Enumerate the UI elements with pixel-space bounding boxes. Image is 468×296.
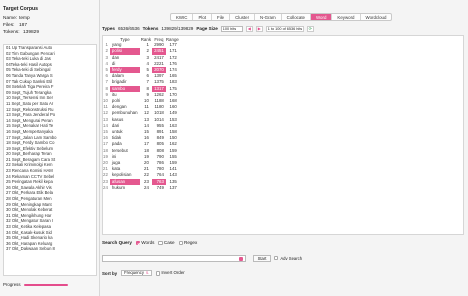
tab-file[interactable]: File <box>212 14 231 20</box>
search-query-label: Search Query <box>102 240 132 245</box>
row-freq: 2451 <box>151 48 166 55</box>
page-size-label: Page Size <box>196 26 218 31</box>
case-label: Case <box>163 240 175 245</box>
tab-wordcloud[interactable]: Wordcloud <box>361 14 392 20</box>
corpus-title: Target Corpus <box>3 6 39 12</box>
row-index: 24 <box>103 184 108 190</box>
corpus-name: Name: temp <box>3 16 30 21</box>
adv-search-checkbox[interactable] <box>274 255 279 261</box>
progress-bar <box>24 284 69 287</box>
row-type: pembunuhan <box>111 110 138 116</box>
tab-collocate[interactable]: Collocate <box>282 14 311 20</box>
refresh-icon[interactable]: ⟳ <box>306 25 314 32</box>
row-range: 137 <box>169 184 177 190</box>
tab-keyword[interactable]: Keyword <box>332 14 361 20</box>
row-freq: 2417 <box>154 54 164 60</box>
row-freq: 749 <box>156 184 164 190</box>
regex-label: Regex <box>184 240 198 245</box>
file-list[interactable]: 01 Up Transparansi Auto 02 Tim Gabungan P… <box>3 44 97 276</box>
case-checkbox[interactable] <box>158 240 163 245</box>
words-option[interactable]: Words <box>135 240 155 245</box>
next-page-icon[interactable]: ▶ <box>255 25 263 32</box>
sort-value: Frequency <box>124 269 144 275</box>
adv-search-label: Adv Search <box>280 255 303 261</box>
row-rank: 24 <box>144 184 149 190</box>
tokens-label: Tokens: <box>3 30 20 35</box>
tokens-stat-label: Tokens <box>142 26 159 31</box>
corpus-files-count: Files: 187 <box>3 23 27 28</box>
hit-range: 1 to 100 of 6536 hits <box>265 25 304 32</box>
clear-search-icon[interactable] <box>239 256 243 261</box>
invert-order-option[interactable]: Invert Order <box>155 270 185 276</box>
adv-search-option[interactable]: Adv Search <box>274 256 302 261</box>
chevron-updown-icon: ⇅ <box>145 270 149 275</box>
invert-order-label: Invert Order <box>161 270 185 276</box>
sort-by-label: Sort by <box>102 270 118 276</box>
words-checkbox[interactable] <box>135 240 141 245</box>
table-row[interactable]: 24 hukum 24 749 137 <box>103 185 179 191</box>
row-freq: 1375 <box>154 79 164 85</box>
progress-label: Progress <box>3 282 21 287</box>
tab-n-gram[interactable]: N-Gram <box>255 14 282 20</box>
page-size-select[interactable]: 100 hits <box>220 25 243 32</box>
types-label: Types <box>102 26 115 31</box>
tab-word[interactable]: Word <box>310 14 333 20</box>
row-freq: 1018 <box>154 110 164 116</box>
tokens-value: 139829 <box>23 30 40 35</box>
regex-checkbox[interactable] <box>178 240 183 245</box>
tool-tabs: KWIC Plot File Cluster N-Gram Collocate Word Ke… <box>170 13 393 21</box>
corpus-panel: Target Corpus Name: temp Files: 187 Tokens… <box>0 0 100 296</box>
name-label: Name: <box>3 16 18 21</box>
prev-page-icon[interactable]: ◀ <box>245 25 253 32</box>
search-options: Search Query Words Case Regex <box>102 240 197 245</box>
row-type: hukum <box>111 184 126 190</box>
start-button[interactable]: Start <box>253 255 271 262</box>
types-value: 6536/6536 <box>117 26 140 31</box>
case-option[interactable]: Case <box>158 240 175 245</box>
tokens-stat-value: 139829/139829 <box>161 26 194 31</box>
tab-cluster[interactable]: Cluster <box>230 14 256 20</box>
row-freq: 1317 <box>151 85 166 92</box>
regex-option[interactable]: Regex <box>178 240 198 245</box>
sort-options: Sort by Frequency ⇅ Invert Order <box>102 270 185 276</box>
tab-plot[interactable]: Plot <box>193 14 213 20</box>
name-value: temp <box>19 16 30 21</box>
word-table: Type Rank Freq Range 1 yang 1 2990 177 2 polis… <box>102 35 464 235</box>
words-label: Words <box>141 240 155 245</box>
row-freq: 1014 <box>154 116 164 122</box>
stats-bar: Types 6536/6536 Tokens 139829/139829 Pag… <box>102 24 314 33</box>
file-list-item[interactable]: 37 Okt_Dakwaan Sebun 8 <box>4 246 96 252</box>
corpus-tokens-count: Tokens: 139829 <box>3 30 39 35</box>
sort-select[interactable]: Frequency ⇅ <box>121 270 152 276</box>
files-value: 187 <box>19 23 28 28</box>
files-label: Files: <box>3 23 15 28</box>
invert-order-checkbox[interactable] <box>155 271 161 276</box>
search-input[interactable] <box>102 255 246 262</box>
tab-kwic[interactable]: KWIC <box>171 14 194 20</box>
